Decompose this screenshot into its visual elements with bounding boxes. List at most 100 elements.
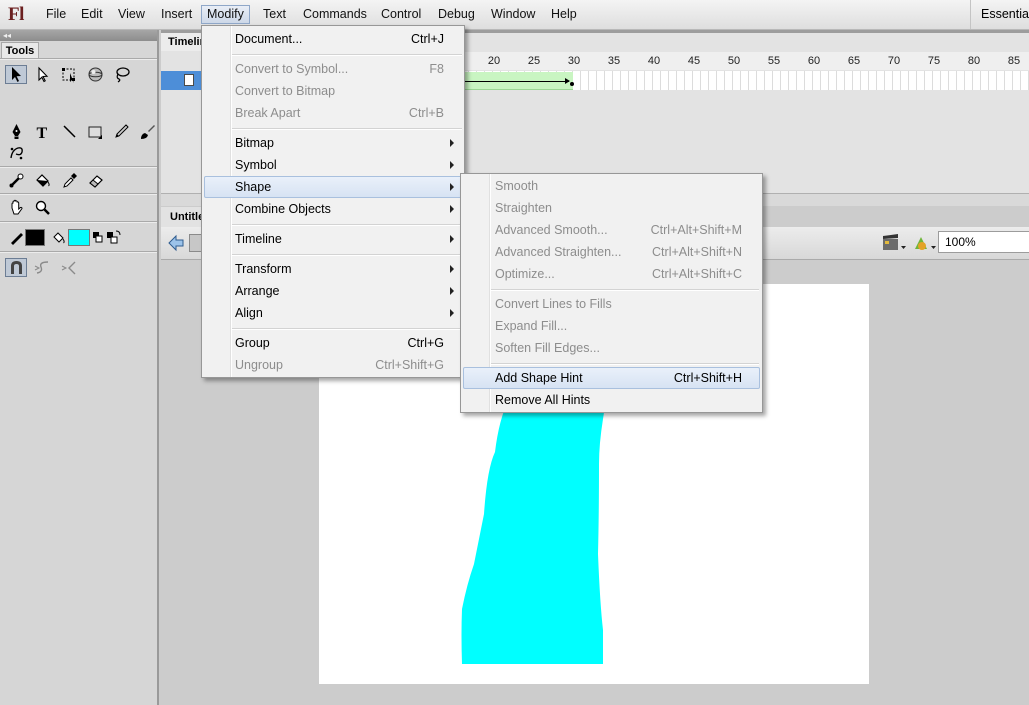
menu-control[interactable]: Control	[376, 5, 426, 24]
selection-tool-icon[interactable]	[5, 65, 27, 84]
menu-item-straighten[interactable]: Straighten	[463, 197, 760, 219]
default-colors-icon[interactable]	[92, 228, 104, 247]
collapse-panel-icon[interactable]: ◂◂	[0, 30, 157, 41]
menu-separator	[232, 54, 462, 56]
menu-item-align[interactable]: Align	[204, 302, 462, 324]
tools-panel-tab[interactable]: Tools	[1, 42, 39, 59]
edit-scene-icon[interactable]	[881, 233, 907, 253]
menu-item-remove-all-hints[interactable]: Remove All Hints	[463, 389, 760, 411]
layer-selection[interactable]	[161, 71, 201, 90]
shape-tween-span[interactable]	[461, 72, 574, 90]
frame-number-label: 70	[887, 55, 901, 67]
stroke-color-icon	[5, 228, 27, 247]
menu-commands[interactable]: Commands	[298, 5, 372, 24]
menu-bar: Fl File Edit View Insert Modify Text Com…	[0, 0, 1029, 30]
frame-number-label: 50	[727, 55, 741, 67]
menu-insert[interactable]: Insert	[156, 5, 197, 24]
menu-separator	[232, 328, 462, 330]
submenu-arrow-icon	[450, 309, 454, 317]
menu-item-symbol[interactable]: Symbol	[204, 154, 462, 176]
workspace-switcher[interactable]: Essentials	[970, 0, 1029, 29]
menu-separator	[232, 224, 462, 226]
frame-number-label: 80	[967, 55, 981, 67]
fill-color-swatch[interactable]	[68, 229, 90, 246]
cyan-shape[interactable]	[461, 384, 605, 664]
menu-debug[interactable]: Debug	[433, 5, 480, 24]
line-tool-icon[interactable]	[58, 122, 80, 141]
frame-ruler[interactable]: 20 25 30 35 40 45 50 55 60 65 70 75 80 85	[461, 52, 1029, 70]
menu-item-convert-to-bitmap[interactable]: Convert to Bitmap	[204, 80, 462, 102]
menu-separator	[232, 128, 462, 130]
snap-to-objects-icon[interactable]	[5, 258, 27, 277]
menu-item-group[interactable]: Group Ctrl+G	[204, 332, 462, 354]
document-tab[interactable]: Untitled-1	[161, 207, 205, 227]
3d-rotation-tool-icon[interactable]	[84, 65, 106, 84]
menu-item-advanced-smooth[interactable]: Advanced Smooth... Ctrl+Alt+Shift+M	[463, 219, 760, 241]
lasso-tool-icon[interactable]	[110, 65, 132, 84]
zoom-tool-icon[interactable]	[31, 198, 53, 217]
menu-item-bitmap[interactable]: Bitmap	[204, 132, 462, 154]
hand-tool-icon[interactable]	[5, 198, 27, 217]
straighten-option-icon[interactable]	[58, 258, 80, 277]
swap-colors-icon[interactable]	[106, 228, 122, 247]
menu-file[interactable]: File	[41, 5, 71, 24]
smooth-option-icon[interactable]	[31, 258, 53, 277]
menu-item-add-shape-hint[interactable]: Add Shape Hint Ctrl+Shift+H	[463, 367, 760, 389]
menu-item-ungroup[interactable]: Ungroup Ctrl+Shift+G	[204, 354, 462, 376]
frame-number-label: 40	[647, 55, 661, 67]
submenu-arrow-icon	[450, 235, 454, 243]
menu-separator	[491, 363, 759, 365]
menu-item-advanced-straighten[interactable]: Advanced Straighten... Ctrl+Alt+Shift+N	[463, 241, 760, 263]
menu-item-soften-fill-edges[interactable]: Soften Fill Edges...	[463, 337, 760, 359]
submenu-arrow-icon	[450, 139, 454, 147]
menu-item-convert-to-symbol[interactable]: Convert to Symbol... F8	[204, 58, 462, 80]
menu-separator	[232, 254, 462, 256]
menu-item-shape[interactable]: Shape	[204, 176, 462, 198]
brush-tool-icon[interactable]	[136, 122, 158, 141]
frame-number-label: 45	[687, 55, 701, 67]
keyframe[interactable]	[570, 82, 574, 86]
menu-text[interactable]: Text	[258, 5, 291, 24]
zoom-input[interactable]: 100%	[938, 231, 1029, 253]
eyedropper-tool-icon[interactable]	[58, 171, 80, 190]
menu-item-document[interactable]: Document... Ctrl+J	[204, 28, 462, 50]
pen-tool-icon[interactable]	[5, 122, 27, 141]
menu-item-smooth[interactable]: Smooth	[463, 175, 760, 197]
free-transform-tool-icon[interactable]	[58, 65, 80, 84]
menu-help[interactable]: Help	[546, 5, 582, 24]
shape-submenu: Smooth Straighten Advanced Smooth... Ctr…	[460, 173, 763, 413]
subselection-tool-icon[interactable]	[31, 65, 53, 84]
stroke-color-swatch[interactable]	[25, 229, 45, 246]
deco-tool-icon[interactable]	[5, 143, 27, 162]
eraser-tool-icon[interactable]	[84, 171, 106, 190]
frame-number-label: 25	[527, 55, 541, 67]
rectangle-tool-icon[interactable]	[84, 122, 106, 141]
menu-modify[interactable]: Modify	[201, 5, 250, 24]
back-arrow-icon[interactable]	[167, 234, 185, 252]
edit-symbol-icon[interactable]	[911, 233, 937, 253]
paint-bucket-tool-icon[interactable]	[31, 171, 53, 190]
menu-edit[interactable]: Edit	[76, 5, 108, 24]
menu-item-transform[interactable]: Transform	[204, 258, 462, 280]
divider	[0, 193, 157, 195]
menu-item-timeline[interactable]: Timeline	[204, 228, 462, 250]
pencil-tool-icon[interactable]	[110, 122, 132, 141]
menu-item-optimize[interactable]: Optimize... Ctrl+Alt+Shift+C	[463, 263, 760, 285]
submenu-arrow-icon	[450, 161, 454, 169]
menu-window[interactable]: Window	[486, 5, 540, 24]
submenu-arrow-icon	[450, 287, 454, 295]
frames-grid[interactable]	[461, 71, 1029, 90]
menu-view[interactable]: View	[113, 5, 150, 24]
frame-number-label: 30	[567, 55, 581, 67]
menu-item-arrange[interactable]: Arrange	[204, 280, 462, 302]
text-tool-icon[interactable]: T	[31, 122, 53, 142]
menu-item-break-apart[interactable]: Break Apart Ctrl+B	[204, 102, 462, 124]
menu-item-expand-fill[interactable]: Expand Fill...	[463, 315, 760, 337]
bone-tool-icon[interactable]	[5, 171, 27, 190]
divider	[0, 251, 157, 253]
menu-item-combine-objects[interactable]: Combine Objects	[204, 198, 462, 220]
menu-item-convert-lines-to-fills[interactable]: Convert Lines to Fills	[463, 293, 760, 315]
frame-number-label: 85	[1007, 55, 1021, 67]
frame-number-label: 60	[807, 55, 821, 67]
divider	[0, 166, 157, 168]
